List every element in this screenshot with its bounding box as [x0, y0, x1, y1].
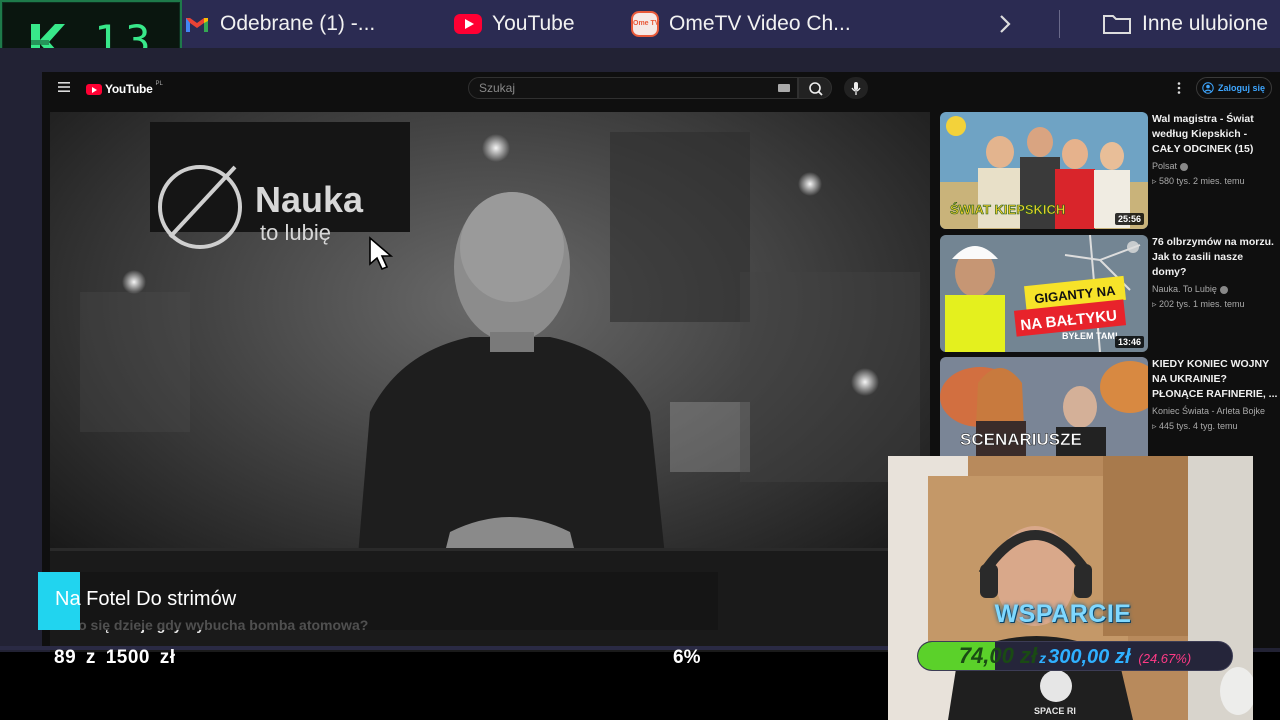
- bookmark-youtube-label: YouTube: [492, 12, 575, 35]
- recommendation-title[interactable]: 76 olbrzymów na morzu. Jak to zasili nas…: [1152, 235, 1278, 280]
- search-icon: [809, 82, 823, 96]
- video-logo-line2: to lubię: [260, 220, 331, 245]
- sign-in-label: Zaloguj się: [1218, 83, 1266, 93]
- recommendation-item[interactable]: GIGANTY NA NA BAŁTYKU BYŁEM TAM! 13:46 7…: [940, 235, 1280, 353]
- channel-name: Polsat: [1152, 161, 1178, 171]
- recommendation-title[interactable]: KIEDY KONIEC WOJNY NA UKRAINIE? PŁONĄCE …: [1152, 357, 1278, 402]
- recommendation-thumbnail[interactable]: ŚWIAT KIEPSKICH 25:56: [940, 112, 1148, 229]
- bookmark-other-label: Inne ulubione: [1142, 12, 1269, 35]
- youtube-logo-text: YouTube: [105, 82, 153, 96]
- bookmark-other-folder[interactable]: Inne ulubione: [1102, 0, 1268, 48]
- recommendation-channel[interactable]: Nauka. To Lubię: [1152, 284, 1278, 294]
- verified-icon: [1180, 162, 1189, 171]
- support-percent: (24.67%): [1138, 651, 1192, 666]
- youtube-icon: [454, 14, 482, 34]
- recommendation-thumbnail[interactable]: GIGANTY NA NA BAŁTYKU BYŁEM TAM! 13:46: [940, 235, 1148, 352]
- thumbnail-text: ŚWIAT KIEPSKICH: [950, 202, 1065, 217]
- recommendation-item[interactable]: ŚWIAT KIEPSKICH 25:56 Wal magistra - Świ…: [940, 112, 1280, 230]
- more-options-icon[interactable]: [1174, 81, 1184, 95]
- search-box: [468, 77, 798, 99]
- goal-progress-text: 89 z 1500 zł: [54, 647, 176, 668]
- webcam-image: SPACE RI: [888, 456, 1253, 720]
- thumbnail-text: SCENARIUSZE: [960, 430, 1082, 449]
- mouse-cursor-icon: [369, 236, 394, 271]
- search-button[interactable]: [798, 77, 832, 99]
- ometv-icon: Ome TV: [631, 11, 659, 37]
- recommendation-meta: ▹ 580 tys. 2 mies. temu: [1152, 176, 1245, 186]
- recommendation-meta: ▹ 202 tys. 1 mies. temu: [1152, 299, 1245, 309]
- search-input[interactable]: [479, 80, 759, 96]
- support-amounts: 74,00 zł z 300,00 zł (24.67%): [917, 643, 1233, 669]
- video-duration: 25:56: [1114, 213, 1144, 225]
- gmail-icon: [186, 18, 208, 32]
- video-frame: Nauka to lubię: [50, 112, 930, 652]
- video-player[interactable]: Nauka to lubię: [50, 112, 930, 652]
- webcam-feed: SPACE RI: [888, 456, 1253, 720]
- video-logo-line1: Nauka: [255, 179, 364, 220]
- bookmark-ometv-label: OmeTV Video Ch...: [669, 12, 851, 35]
- screen: Odebrane (1) -... YouTube Ome TV OmeTV V…: [0, 0, 1280, 720]
- bookmarks-separator: [1059, 10, 1060, 38]
- bookmark-gmail[interactable]: Odebrane (1) -...: [184, 0, 375, 48]
- verified-icon: [1219, 285, 1228, 294]
- support-goal: 300,00 zł: [1048, 646, 1131, 668]
- thumbnail-text-3: BYŁEM TAM!: [1062, 331, 1118, 341]
- bookmark-youtube[interactable]: YouTube: [454, 0, 575, 48]
- support-label: WSPARCIE: [994, 600, 1132, 628]
- support-separator: z: [1039, 650, 1047, 666]
- menu-icon[interactable]: [58, 82, 70, 92]
- recommendation-channel[interactable]: Koniec Świata - Arleta Bojke: [1152, 406, 1278, 416]
- keyboard-icon[interactable]: [778, 84, 790, 92]
- thumbnail-image: ŚWIAT KIEPSKICH: [940, 112, 1148, 229]
- sign-in-button[interactable]: Zaloguj się: [1196, 77, 1272, 99]
- shirt-text: SPACE RI: [1034, 706, 1076, 716]
- youtube-logo-icon: [86, 83, 102, 95]
- microphone-icon: [851, 82, 861, 95]
- stream-alert-text: Na Fotel Do strimów: [55, 588, 237, 610]
- channel-name: Nauka. To Lubię: [1152, 284, 1217, 294]
- recommendation-title[interactable]: Wal magistra - Świat według Kiepskich - …: [1152, 112, 1278, 157]
- youtube-logo[interactable]: YouTube PL: [86, 81, 163, 96]
- goal-percent: 6%: [673, 647, 701, 668]
- chevron-right-icon[interactable]: [994, 13, 1016, 35]
- youtube-logo-country: PL: [155, 81, 163, 87]
- thumbnail-image: GIGANTY NA NA BAŁTYKU BYŁEM TAM!: [940, 235, 1148, 352]
- recommendation-channel[interactable]: Polsat: [1152, 161, 1278, 171]
- recommendation-meta: ▹ 445 tys. 4 tyg. temu: [1152, 421, 1238, 431]
- voice-search-button[interactable]: [844, 77, 868, 99]
- folder-icon: [1103, 15, 1131, 34]
- account-icon: [1202, 82, 1214, 94]
- support-current: 74,00 zł: [958, 643, 1038, 668]
- bookmark-gmail-label: Odebrane (1) -...: [220, 12, 376, 35]
- bookmark-ometv[interactable]: Ome TV OmeTV Video Ch...: [631, 0, 851, 48]
- video-duration: 13:46: [1114, 336, 1144, 348]
